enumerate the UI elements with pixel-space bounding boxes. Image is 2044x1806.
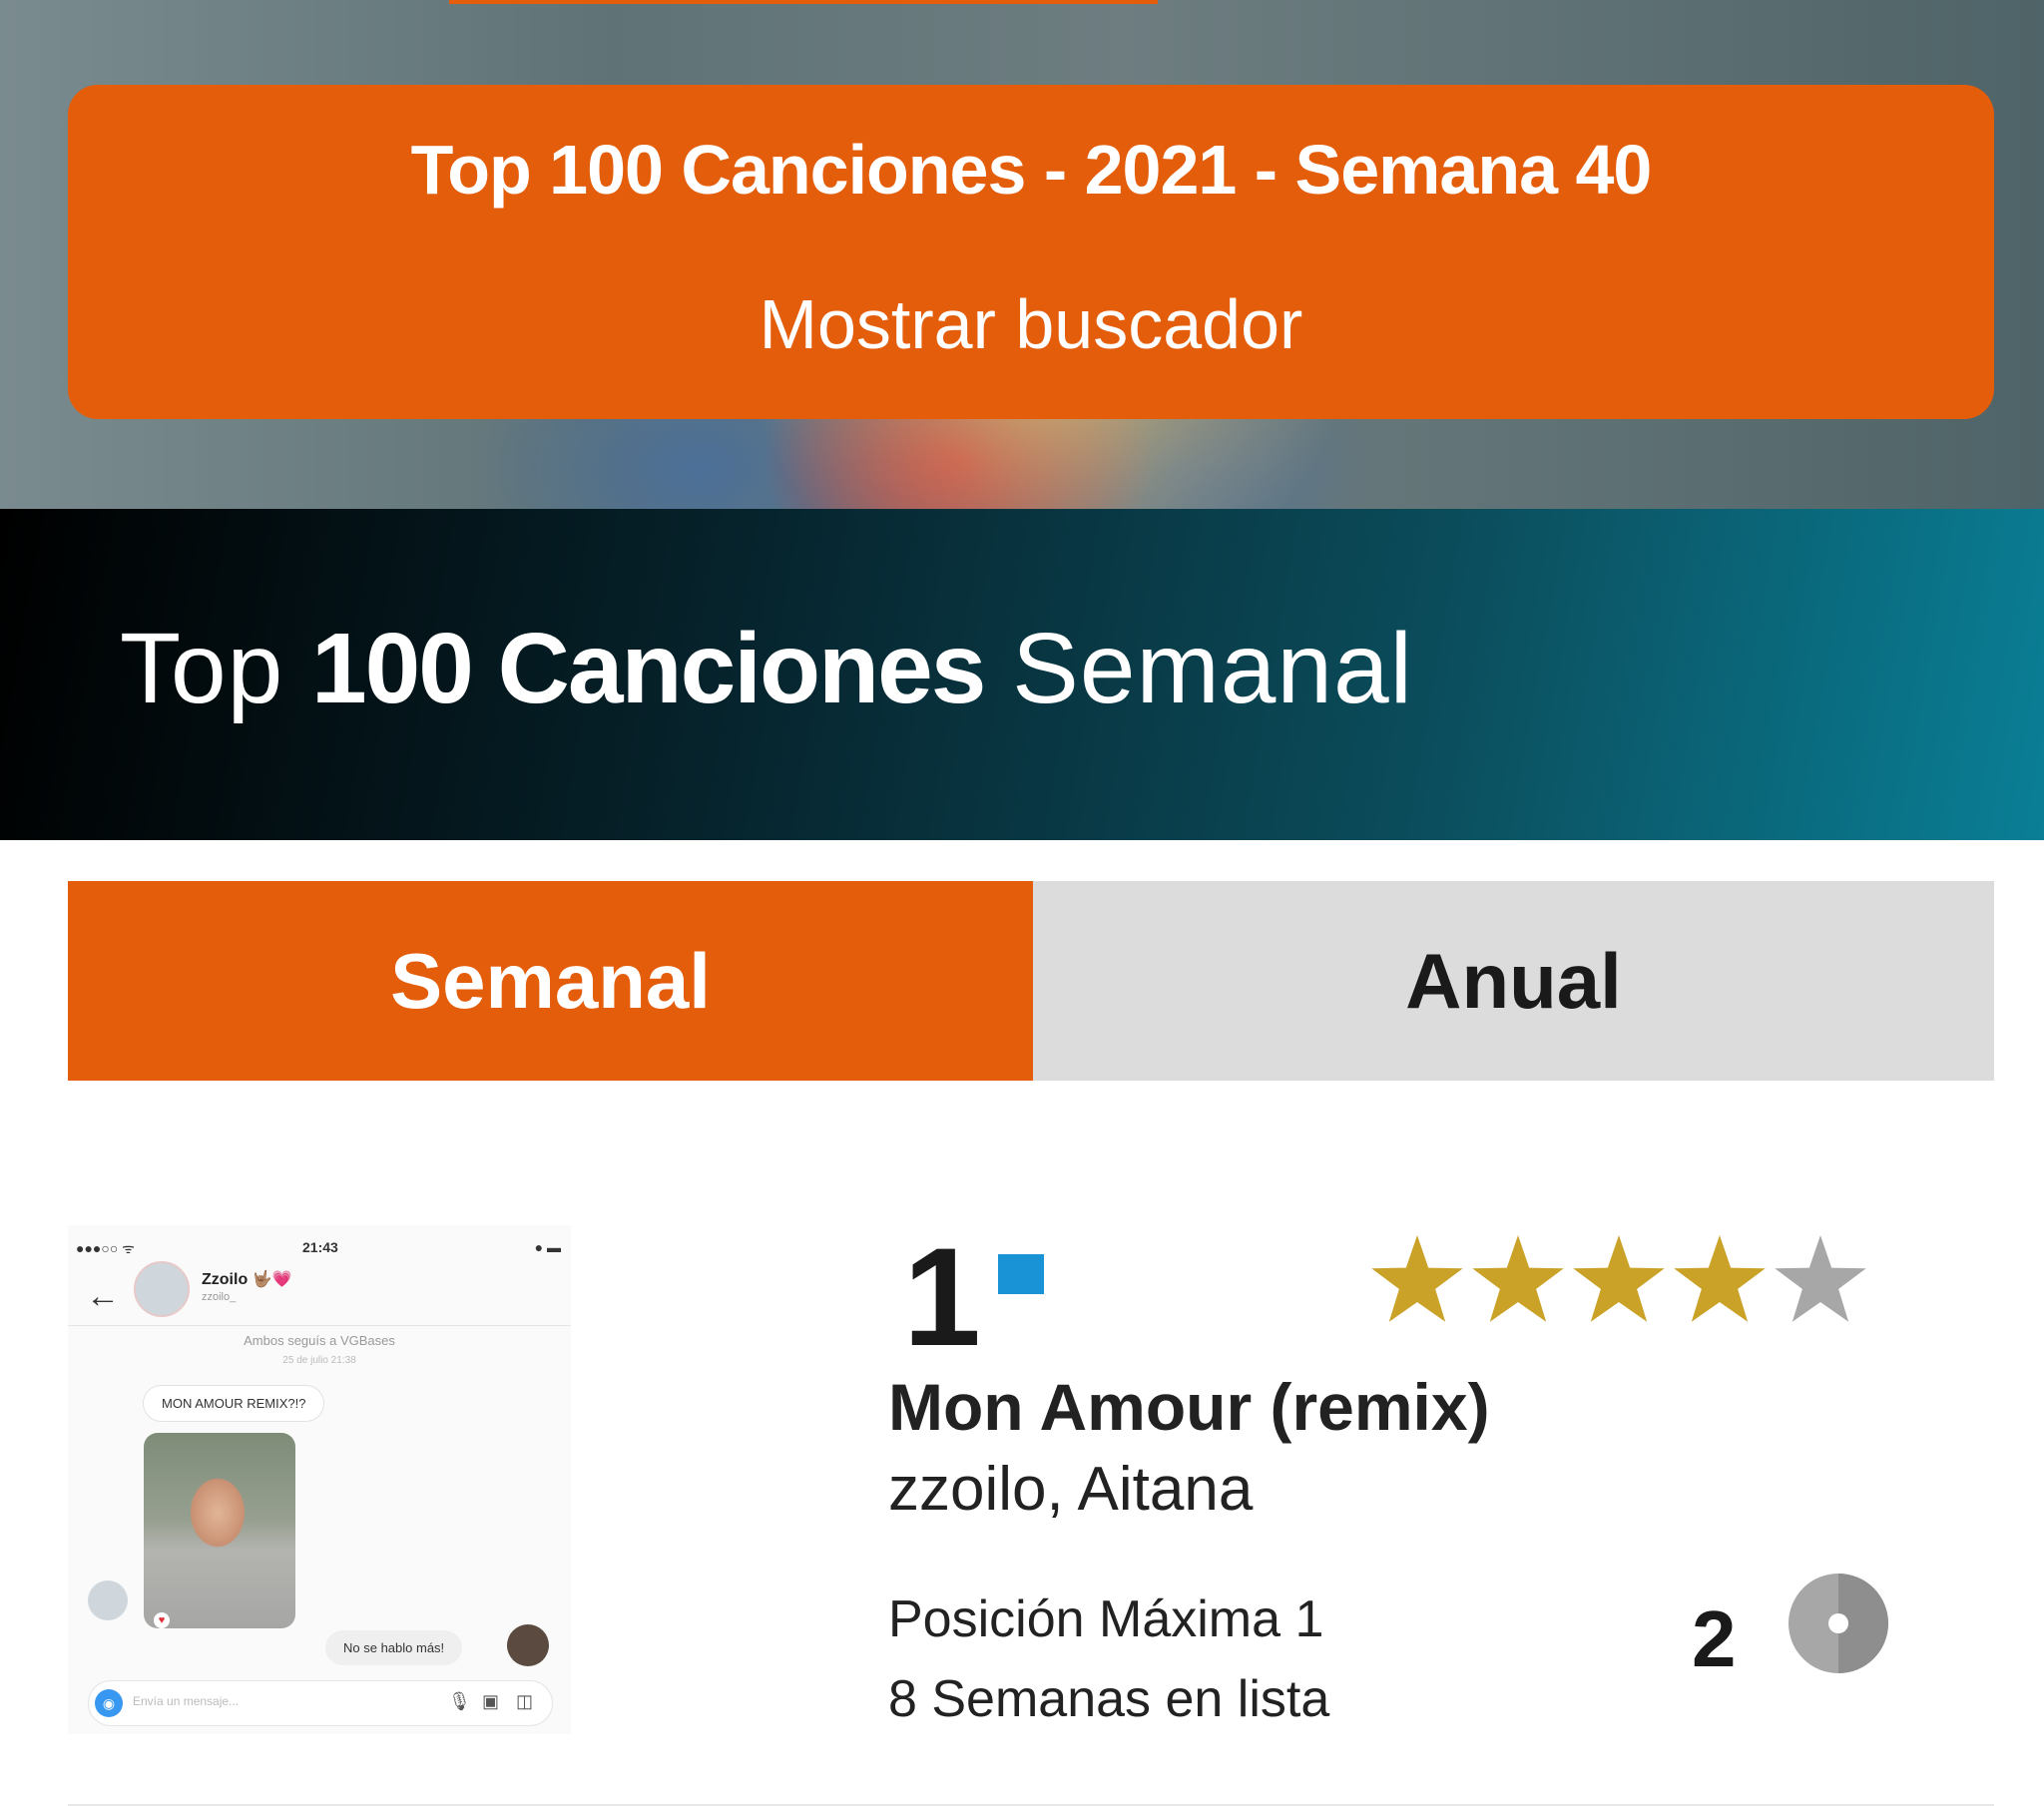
tab-anual[interactable]: Anual — [1033, 881, 1994, 1081]
thumb-status-bar: ●●●○○ ᯤ 21:43 ● ▬ — [68, 1233, 571, 1263]
thumb-contact-name: Zzoilo 🤟🏽💗 — [202, 1271, 292, 1288]
thumb-image-icon: ▣ — [482, 1691, 500, 1711]
section-title-bold: 100 Canciones — [311, 613, 986, 724]
section-header: Top 100 Canciones Semanal — [0, 509, 2044, 840]
section-title: Top 100 Canciones Semanal — [120, 609, 1413, 728]
star-filled-icon — [1472, 1235, 1564, 1322]
song-title[interactable]: Mon Amour (remix) — [888, 1367, 1490, 1447]
thumb-back-arrow-icon: ← — [86, 1277, 120, 1315]
thumb-time: 21:43 — [302, 1239, 338, 1255]
thumb-mic-icon: 🎙 — [448, 1691, 471, 1711]
thumb-sender-avatar — [88, 1580, 128, 1620]
certification-count: 2 — [1692, 1594, 1737, 1683]
trend-same-icon — [998, 1254, 1044, 1294]
thumb-sticker-icon: ◫ — [516, 1691, 534, 1711]
thumb-divider — [68, 1325, 571, 1326]
thumb-heart-icon: ♥ — [154, 1612, 170, 1628]
thumb-contact-user: zzoilo_ — [202, 1291, 237, 1303]
section-title-prefix: Top — [120, 613, 284, 724]
thumb-photo — [144, 1433, 295, 1628]
period-tabs: Semanal Anual — [68, 881, 1994, 1081]
section-title-suffix: Semanal — [1012, 613, 1413, 724]
thumb-message-2: No se hablo más! — [325, 1630, 463, 1665]
chart-position: 1 — [903, 1218, 981, 1375]
chart-banner: Top 100 Canciones - 2021 - Semana 40 Mos… — [68, 85, 1994, 419]
thumb-battery: ● ▬ — [534, 1239, 561, 1255]
thumb-input-placeholder: Envía un mensaje... — [133, 1694, 240, 1708]
thumb-date-note: 25 de julio 21:38 — [282, 1355, 356, 1366]
rating-stars — [1371, 1235, 1866, 1322]
thumb-signal: ●●●○○ ᯤ — [76, 1240, 135, 1256]
star-filled-icon — [1674, 1235, 1766, 1322]
thumb-follow-note: Ambos seguís a VGBases — [244, 1333, 395, 1348]
thumb-avatar — [134, 1261, 190, 1317]
star-filled-icon — [1573, 1235, 1665, 1322]
peak-position: Posición Máxima 1 — [888, 1590, 1324, 1648]
thumb-camera-icon: ◉ — [95, 1689, 123, 1717]
show-search-button[interactable]: Mostrar buscador — [68, 284, 1994, 364]
thumb-receiver-avatar — [507, 1624, 549, 1666]
hero-image: Top 100 Canciones - 2021 - Semana 40 Mos… — [0, 0, 2044, 509]
weeks-on-chart: 8 Semanas en lista — [888, 1670, 1330, 1728]
hero-accent-bar — [449, 0, 1158, 4]
song-thumbnail[interactable]: ●●●○○ ᯤ 21:43 ● ▬ ← Zzoilo 🤟🏽💗 zzoilo_ A… — [68, 1225, 571, 1734]
platinum-disc-icon — [1788, 1574, 1888, 1673]
banner-title: Top 100 Canciones - 2021 - Semana 40 — [410, 131, 1653, 209]
song-artist[interactable]: zzoilo, Aitana — [888, 1452, 1253, 1528]
tab-semanal[interactable]: Semanal — [68, 881, 1033, 1081]
star-filled-icon — [1371, 1235, 1463, 1322]
star-empty-icon — [1775, 1235, 1866, 1322]
thumb-message-1: MON AMOUR REMIX?!? — [143, 1385, 325, 1422]
thumb-message-input: ◉ Envía un mensaje... 🎙 ▣ ◫ — [88, 1680, 553, 1726]
